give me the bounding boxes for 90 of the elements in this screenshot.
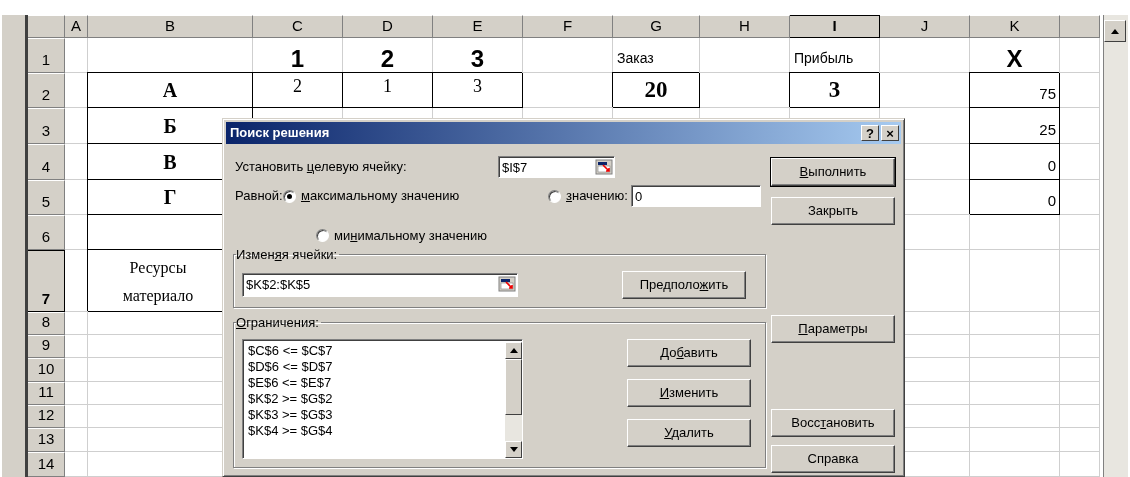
column-header[interactable]: H bbox=[700, 15, 790, 38]
table-cell bbox=[1060, 428, 1100, 452]
table-cell: 20 bbox=[613, 73, 700, 108]
column-header[interactable]: E bbox=[433, 15, 523, 38]
scroll-up-button[interactable] bbox=[505, 341, 522, 359]
table-cell: 3 bbox=[790, 73, 880, 108]
table-cell: 2 bbox=[343, 38, 433, 73]
row-header[interactable]: 13 bbox=[28, 428, 65, 452]
row-header[interactable]: 3 bbox=[28, 108, 65, 144]
table-cell bbox=[1060, 405, 1100, 428]
scrollbar[interactable] bbox=[505, 341, 522, 458]
dialog-button[interactable]: Справка bbox=[771, 445, 895, 473]
radio-button[interactable] bbox=[548, 189, 561, 203]
table-cell bbox=[1060, 215, 1100, 250]
row-header[interactable]: 4 bbox=[28, 144, 65, 180]
scroll-up-button[interactable] bbox=[1104, 20, 1126, 42]
group-label: Ограничения: bbox=[236, 315, 320, 329]
scroll-thumb[interactable] bbox=[505, 358, 522, 415]
table-cell bbox=[65, 38, 88, 73]
row-header[interactable]: 12 bbox=[28, 405, 65, 428]
column-header[interactable]: D bbox=[343, 15, 433, 38]
row-header[interactable]: 10 bbox=[28, 358, 65, 382]
table-cell: 1 bbox=[253, 38, 343, 73]
table-cell bbox=[1060, 38, 1100, 73]
table-cell bbox=[1060, 250, 1100, 312]
table-cell: А bbox=[88, 73, 253, 108]
table-cell: 0 bbox=[970, 144, 1060, 180]
table-cell: X bbox=[970, 38, 1060, 73]
row-header[interactable]: 7 bbox=[28, 250, 65, 312]
table-cell: Прибыль bbox=[790, 38, 880, 73]
column-header[interactable]: K bbox=[970, 15, 1060, 38]
table-cell: 75 bbox=[970, 73, 1060, 108]
list-item[interactable]: $K$2 >= $G$2 bbox=[248, 390, 502, 407]
table-cell bbox=[1060, 180, 1100, 215]
radio-label[interactable]: значению: bbox=[566, 186, 628, 206]
list-item[interactable]: $K$3 >= $G$3 bbox=[248, 406, 502, 423]
list-item[interactable]: $C$6 <= $C$7 bbox=[248, 342, 502, 359]
table-cell: 2 bbox=[253, 73, 343, 108]
table-cell: 3 bbox=[433, 38, 523, 73]
row-header[interactable]: 5 bbox=[28, 180, 65, 215]
list-item[interactable]: $K$4 >= $G$4 bbox=[248, 422, 502, 439]
table-cell bbox=[1060, 108, 1100, 144]
input-field[interactable]: $K$2:$K$5 bbox=[242, 272, 518, 297]
row-header[interactable]: 6 bbox=[28, 215, 65, 250]
table-cell: 1 bbox=[343, 73, 433, 108]
table-cell: Заказ bbox=[613, 38, 700, 73]
table-cell bbox=[1060, 312, 1100, 335]
scroll-down-button[interactable] bbox=[505, 440, 522, 458]
table-cell bbox=[1060, 358, 1100, 382]
column-header[interactable]: C bbox=[253, 15, 343, 38]
dialog-button[interactable]: Выполнить bbox=[771, 158, 895, 186]
guess-button[interactable]: Предположить bbox=[622, 270, 746, 299]
dialog-button[interactable]: Параметры bbox=[771, 315, 895, 343]
radio-button[interactable] bbox=[283, 189, 296, 203]
help-button[interactable]: ? bbox=[861, 125, 879, 141]
row-header[interactable]: 9 bbox=[28, 335, 65, 358]
column-header[interactable]: A bbox=[65, 15, 88, 38]
radio-label[interactable]: минимальному значению bbox=[334, 226, 488, 246]
dialog-button[interactable]: Изменить bbox=[627, 378, 751, 407]
column-header[interactable]: B bbox=[88, 15, 253, 38]
table-cell: 25 bbox=[970, 108, 1060, 144]
column-header[interactable]: F bbox=[523, 15, 613, 38]
dialog-button[interactable]: Удалить bbox=[627, 418, 751, 447]
radio-label[interactable]: максимальному значению bbox=[301, 186, 460, 206]
row-header[interactable]: 2 bbox=[28, 73, 65, 108]
column-header[interactable]: G bbox=[613, 15, 700, 38]
radio-button[interactable] bbox=[316, 229, 329, 243]
table-cell bbox=[1060, 144, 1100, 180]
table-cell bbox=[1060, 73, 1100, 108]
column-header[interactable] bbox=[1060, 15, 1100, 38]
column-header[interactable]: I bbox=[790, 15, 880, 38]
list-item[interactable]: $D$6 <= $D$7 bbox=[248, 358, 502, 375]
select-all-button[interactable] bbox=[28, 15, 65, 38]
dialog-button[interactable]: Закрыть bbox=[771, 197, 895, 225]
scrollbar[interactable] bbox=[1103, 15, 1128, 477]
close-button[interactable]: × bbox=[881, 125, 899, 141]
table-cell bbox=[1060, 382, 1100, 405]
input-field[interactable]: 0 bbox=[631, 185, 761, 207]
row-header[interactable]: 1 bbox=[28, 38, 65, 73]
row-header[interactable]: 11 bbox=[28, 382, 65, 405]
dialog-button[interactable]: Восстановить bbox=[771, 409, 895, 437]
row-header[interactable]: 8 bbox=[28, 312, 65, 335]
table-cell bbox=[1060, 335, 1100, 358]
table-cell bbox=[1060, 452, 1100, 477]
table-cell: 3 bbox=[433, 73, 523, 108]
column-header[interactable]: J bbox=[880, 15, 970, 38]
list-item[interactable]: $E$6 <= $E$7 bbox=[248, 374, 502, 391]
row-header[interactable]: 14 bbox=[28, 452, 65, 477]
dialog-button[interactable]: Добавить bbox=[627, 338, 751, 367]
table-cell: 0 bbox=[970, 180, 1060, 215]
